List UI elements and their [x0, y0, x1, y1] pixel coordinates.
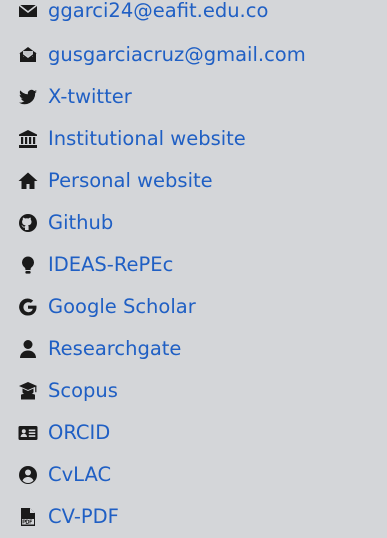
github-link[interactable]: Github: [17, 202, 306, 244]
google-icon: [17, 296, 39, 318]
id-card-icon: [17, 422, 39, 444]
link-label[interactable]: Github: [48, 212, 113, 234]
home-icon: [17, 170, 39, 192]
link-label[interactable]: Personal website: [48, 170, 213, 192]
pdf-file-icon: [17, 506, 39, 528]
link-label[interactable]: IDEAS-RePEc: [48, 254, 173, 276]
link-label[interactable]: Researchgate: [48, 338, 181, 360]
scopus-link[interactable]: Scopus: [17, 370, 306, 412]
twitter-bird-icon: [17, 86, 39, 108]
link-label[interactable]: Google Scholar: [48, 296, 196, 318]
link-label[interactable]: X-twitter: [48, 86, 132, 108]
user-circle-icon: [17, 464, 39, 486]
envelope-icon: [17, 0, 39, 22]
google-scholar-link[interactable]: Google Scholar: [17, 286, 306, 328]
ideas-repec-link[interactable]: IDEAS-RePEc: [17, 244, 306, 286]
cvlac-link[interactable]: CvLAC: [17, 454, 306, 496]
email-eafit-link[interactable]: ggarci24@eafit.edu.co: [17, 0, 306, 34]
github-icon: [17, 212, 39, 234]
email-gmail-link[interactable]: gusgarciacruz@gmail.com: [17, 34, 306, 76]
user-icon: [17, 338, 39, 360]
envelope-open-icon: [17, 44, 39, 66]
institutional-website-link[interactable]: Institutional website: [17, 118, 306, 160]
graduation-cap-icon: [17, 380, 39, 402]
link-label[interactable]: Institutional website: [48, 128, 246, 150]
orcid-link[interactable]: ORCID: [17, 412, 306, 454]
cv-pdf-link[interactable]: CV-PDF: [17, 496, 306, 538]
contact-links-list: ggarci24@eafit.edu.co gusgarciacruz@gmai…: [17, 0, 306, 538]
link-label[interactable]: Scopus: [48, 380, 118, 402]
institution-icon: [17, 128, 39, 150]
link-label[interactable]: gusgarciacruz@gmail.com: [48, 44, 306, 66]
link-label[interactable]: CvLAC: [48, 464, 111, 486]
link-label[interactable]: ggarci24@eafit.edu.co: [48, 0, 268, 22]
researchgate-link[interactable]: Researchgate: [17, 328, 306, 370]
link-label[interactable]: CV-PDF: [48, 506, 119, 528]
personal-website-link[interactable]: Personal website: [17, 160, 306, 202]
lightbulb-icon: [17, 254, 39, 276]
twitter-link[interactable]: X-twitter: [17, 76, 306, 118]
link-label[interactable]: ORCID: [48, 422, 110, 444]
